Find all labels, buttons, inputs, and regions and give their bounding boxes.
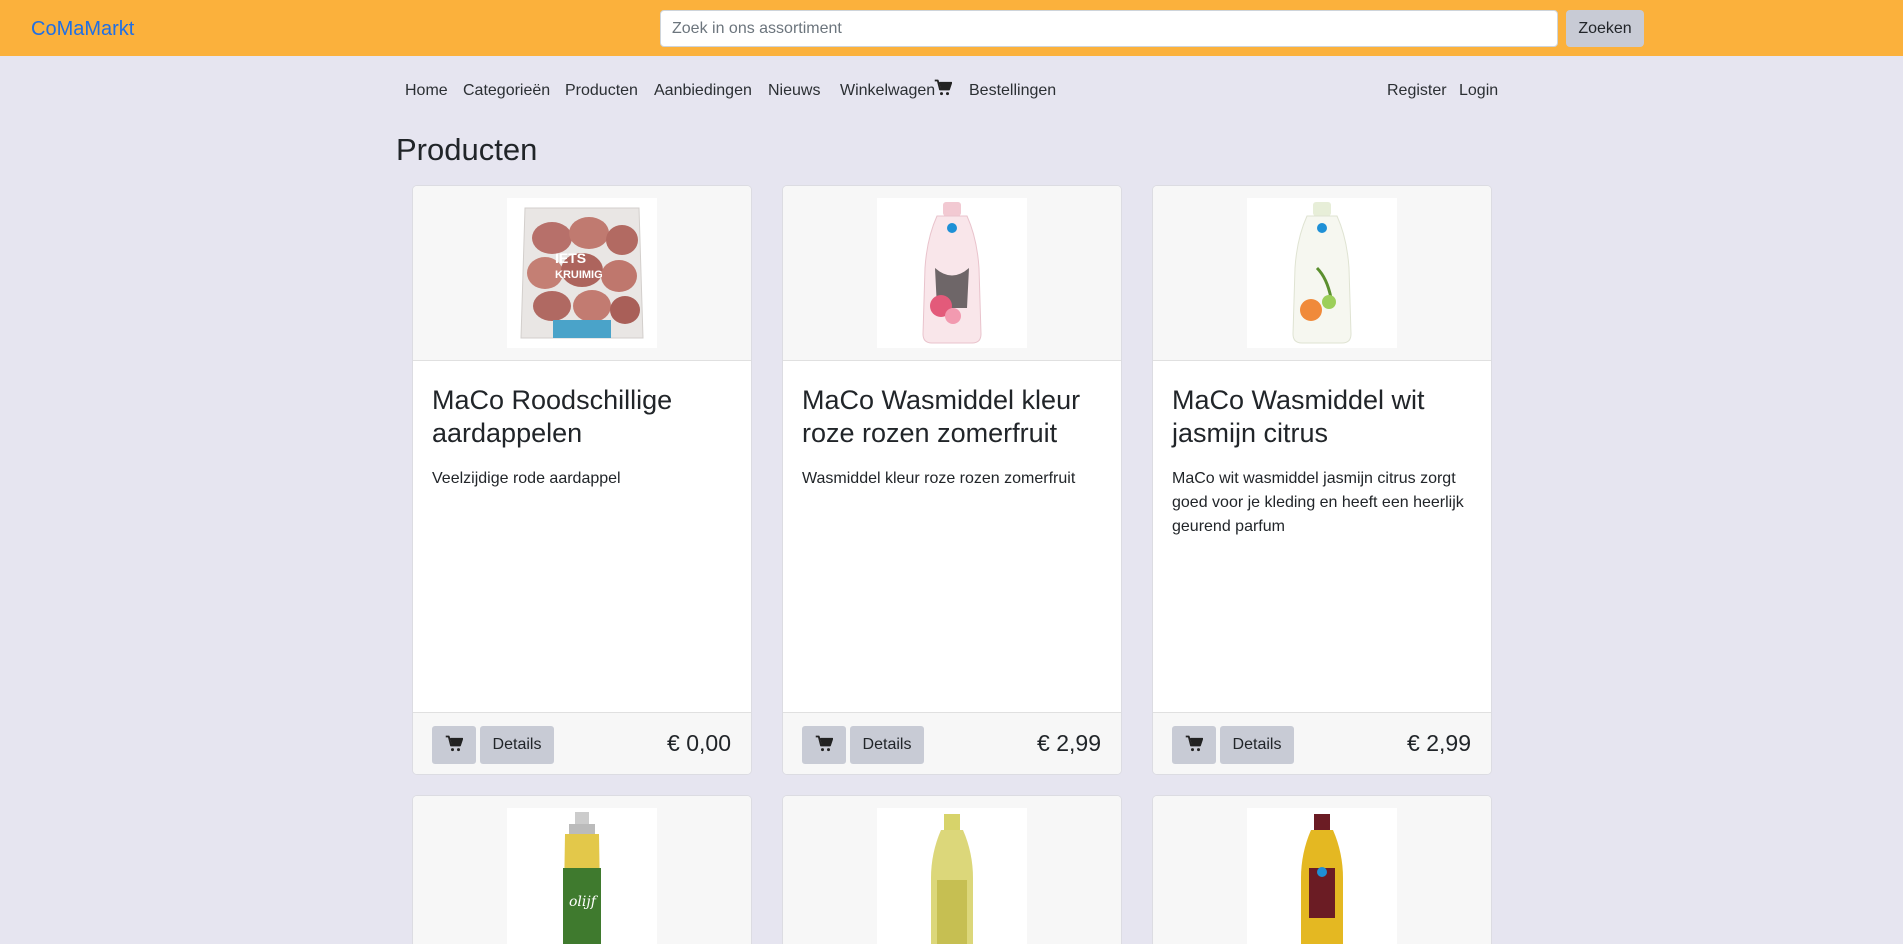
product-image-area: IETS KRUIMIG [413, 186, 751, 361]
product-title[interactable]: MaCo Roodschillige aardappelen [432, 384, 732, 450]
svg-text:IETS: IETS [555, 250, 586, 266]
product-price: € 2,99 [1037, 730, 1101, 756]
details-button[interactable]: Details [480, 726, 554, 764]
product-image-area [783, 186, 1121, 361]
search-input[interactable] [660, 10, 1558, 47]
add-to-cart-button[interactable] [1172, 726, 1216, 764]
product-image-detergent-pink[interactable] [877, 198, 1027, 348]
nav-login[interactable]: Login [1459, 82, 1498, 100]
card-footer: Details € 2,99 [1153, 712, 1491, 774]
product-image-olive-oil[interactable] [877, 808, 1027, 944]
product-image-area: olijf [413, 796, 751, 944]
product-description: MaCo wit wasmiddel jasmijn citrus zorgt … [1172, 470, 1464, 535]
product-image-detergent-white[interactable] [1247, 198, 1397, 348]
shopping-cart-icon [815, 735, 834, 751]
nav-news[interactable]: Nieuws [768, 82, 820, 100]
add-to-cart-button[interactable] [802, 726, 846, 764]
product-price: € 2,99 [1407, 730, 1471, 756]
product-image-area [1153, 796, 1491, 944]
product-title[interactable]: MaCo Wasmiddel wit jasmijn citrus [1172, 384, 1472, 450]
product-card: olijf [412, 795, 752, 944]
svg-text:olijf: olijf [569, 894, 599, 910]
page-title: Producten [396, 132, 538, 167]
product-image-potatoes[interactable]: IETS KRUIMIG [507, 198, 657, 348]
card-footer: Details € 0,00 [413, 712, 751, 774]
nav-products[interactable]: Producten [565, 82, 638, 100]
details-button[interactable]: Details [850, 726, 924, 764]
product-description: Wasmiddel kleur roze rozen zomerfruit [802, 470, 1076, 487]
product-card [782, 795, 1122, 944]
product-card: IETS KRUIMIG MaCo Roodschillige aardappe… [412, 185, 752, 775]
product-image-area [1153, 186, 1491, 361]
product-card: MaCo Wasmiddel kleur roze rozen zomerfru… [782, 185, 1122, 775]
shopping-cart-icon[interactable] [934, 79, 952, 97]
shopping-cart-icon [445, 735, 464, 751]
product-title[interactable]: MaCo Wasmiddel kleur roze rozen zomerfru… [802, 384, 1102, 450]
nav-categories[interactable]: Categorieën [463, 82, 550, 100]
card-footer: Details € 2,99 [783, 712, 1121, 774]
product-image-oil-spray[interactable]: olijf [507, 808, 657, 944]
nav-orders[interactable]: Bestellingen [969, 82, 1056, 100]
product-image-oil-dark[interactable] [1247, 808, 1397, 944]
details-button[interactable]: Details [1220, 726, 1294, 764]
nav-home[interactable]: Home [405, 82, 448, 100]
product-price: € 0,00 [667, 730, 731, 756]
svg-text:KRUIMIG: KRUIMIG [555, 269, 603, 281]
search-button[interactable]: Zoeken [1566, 10, 1644, 47]
brand-logo-link[interactable]: CoMaMarkt [31, 18, 134, 41]
product-description: Veelzijdige rode aardappel [432, 470, 621, 487]
product-card [1152, 795, 1492, 944]
nav-cart[interactable]: Winkelwagen [840, 82, 935, 100]
top-bar: CoMaMarkt Zoeken [0, 0, 1903, 56]
product-image-area [783, 796, 1121, 944]
shopping-cart-icon [1185, 735, 1204, 751]
add-to-cart-button[interactable] [432, 726, 476, 764]
nav-offers[interactable]: Aanbiedingen [654, 82, 752, 100]
nav-register[interactable]: Register [1387, 82, 1447, 100]
product-card: MaCo Wasmiddel wit jasmijn citrus MaCo w… [1152, 185, 1492, 775]
